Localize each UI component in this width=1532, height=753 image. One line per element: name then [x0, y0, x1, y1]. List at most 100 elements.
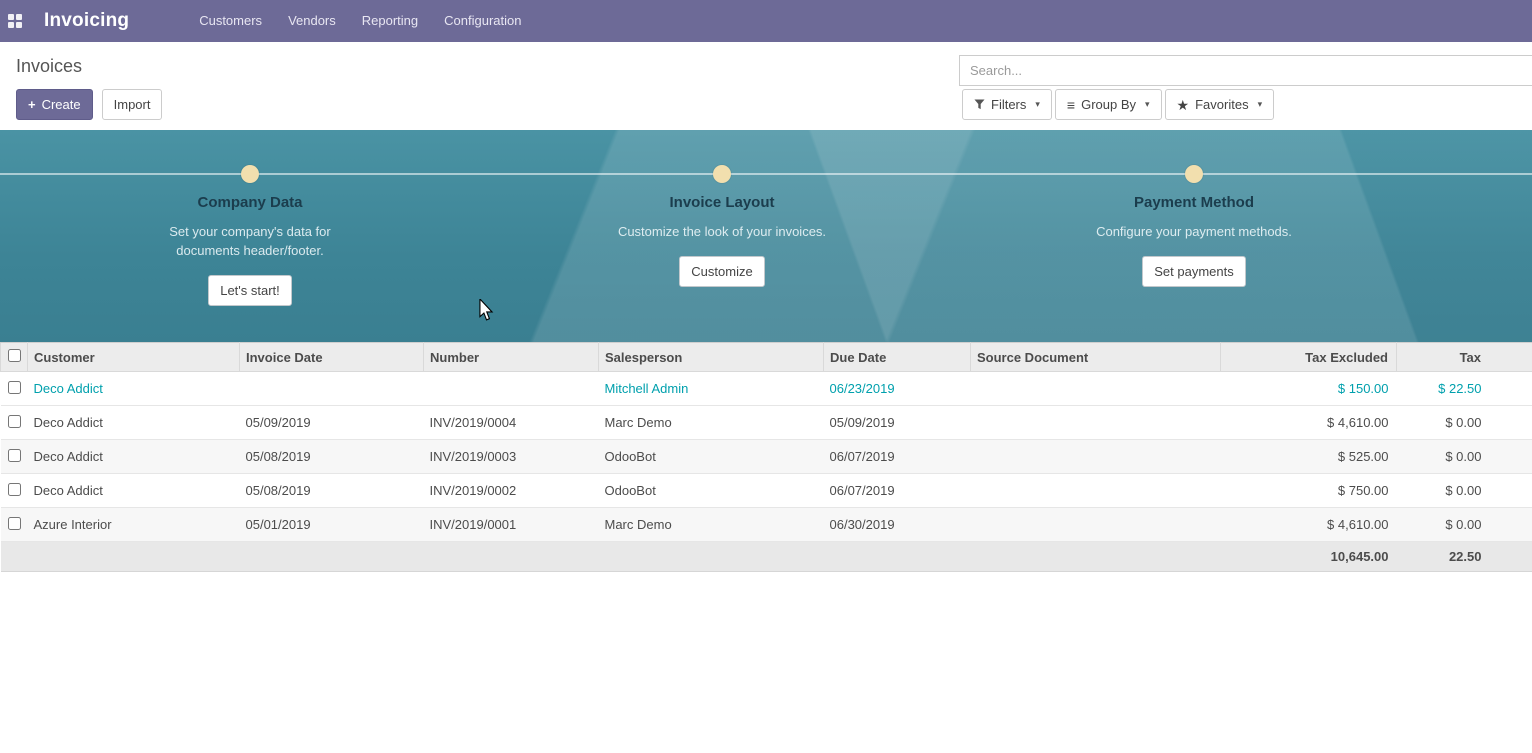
step-dot-payment-method [1185, 165, 1203, 183]
col-salesperson[interactable]: Salesperson [599, 343, 824, 372]
set-payments-button[interactable]: Set payments [1142, 256, 1246, 287]
invoice-row[interactable]: Deco Addict 05/09/2019 INV/2019/0004 Mar… [1, 406, 1532, 440]
col-tax-excluded[interactable]: Tax Excluded [1221, 343, 1397, 372]
caret-down-icon: ▾ [1145, 99, 1150, 110]
cell-number [424, 372, 599, 406]
cell-source-document [971, 372, 1221, 406]
table-header-row: Customer Invoice Date Number Salesperson… [1, 343, 1532, 372]
cell-tax: $ 0.00 [1397, 508, 1532, 542]
invoice-table-body: Deco Addict Mitchell Admin 06/23/2019 $ … [1, 372, 1532, 542]
group-by-icon: ≡ [1067, 98, 1075, 112]
select-all-cell [1, 343, 28, 372]
col-tax[interactable]: Tax [1397, 343, 1532, 372]
import-button-label: Import [114, 97, 151, 112]
cell-source-document [971, 474, 1221, 508]
main-menu: Customers Vendors Reporting Configuratio… [186, 0, 534, 42]
totals-row: 10,645.00 22.50 [1, 542, 1532, 572]
step-title: Invoice Layout [582, 194, 862, 211]
cell-tax: $ 0.00 [1397, 474, 1532, 508]
cell-tax-excluded: $ 4,610.00 [1221, 406, 1397, 440]
top-nav: Invoicing Customers Vendors Reporting Co… [0, 0, 1532, 42]
cell-salesperson: Marc Demo [599, 406, 824, 440]
cell-invoice-date: 05/08/2019 [240, 440, 424, 474]
menu-item-configuration[interactable]: Configuration [431, 0, 534, 42]
apps-menu-icon[interactable] [0, 0, 30, 42]
step-dot-invoice-layout [713, 165, 731, 183]
row-select-cell [1, 474, 28, 508]
cell-invoice-date: 05/01/2019 [240, 508, 424, 542]
cell-due-date: 06/23/2019 [824, 372, 971, 406]
lets-start-button[interactable]: Let's start! [208, 275, 292, 306]
cell-customer: Deco Addict [28, 406, 240, 440]
filter-icon [974, 99, 985, 110]
cell-due-date: 06/30/2019 [824, 508, 971, 542]
row-checkbox[interactable] [8, 449, 21, 462]
col-source-document[interactable]: Source Document [971, 343, 1221, 372]
app-title[interactable]: Invoicing [44, 10, 129, 32]
cell-customer: Deco Addict [28, 372, 240, 406]
invoice-row[interactable]: Azure Interior 05/01/2019 INV/2019/0001 … [1, 508, 1532, 542]
step-dot-company-data [241, 165, 259, 183]
caret-down-icon: ▾ [1035, 99, 1040, 110]
search-input[interactable] [959, 55, 1532, 86]
row-checkbox[interactable] [8, 415, 21, 428]
col-due-date[interactable]: Due Date [824, 343, 971, 372]
menu-item-customers[interactable]: Customers [186, 0, 275, 42]
cell-tax-excluded: $ 525.00 [1221, 440, 1397, 474]
row-select-cell [1, 508, 28, 542]
cell-customer: Azure Interior [28, 508, 240, 542]
onboarding-step-payment-method: Payment Method Configure your payment me… [1054, 194, 1334, 287]
cell-number: INV/2019/0002 [424, 474, 599, 508]
cell-source-document [971, 440, 1221, 474]
filters-button[interactable]: Filters ▾ [962, 89, 1052, 120]
customize-button-label: Customize [691, 264, 752, 279]
filters-button-label: Filters [991, 97, 1026, 112]
invoice-row[interactable]: Deco Addict 05/08/2019 INV/2019/0002 Odo… [1, 474, 1532, 508]
cell-salesperson: Marc Demo [599, 508, 824, 542]
customize-button[interactable]: Customize [679, 256, 764, 287]
cell-tax-excluded: $ 750.00 [1221, 474, 1397, 508]
cell-tax: $ 0.00 [1397, 406, 1532, 440]
plus-icon: + [28, 97, 36, 112]
total-tax: 22.50 [1397, 542, 1532, 572]
cell-tax: $ 22.50 [1397, 372, 1532, 406]
action-buttons: + Create Import [16, 89, 162, 120]
group-by-button[interactable]: ≡ Group By ▾ [1055, 89, 1162, 120]
cell-tax-excluded: $ 150.00 [1221, 372, 1397, 406]
cell-invoice-date: 05/09/2019 [240, 406, 424, 440]
cell-due-date: 06/07/2019 [824, 474, 971, 508]
cell-customer: Deco Addict [28, 440, 240, 474]
search-options: Filters ▾ ≡ Group By ▾ ★ Favorites ▾ [962, 89, 1274, 120]
onboarding-step-invoice-layout: Invoice Layout Customize the look of you… [582, 194, 862, 287]
col-invoice-date[interactable]: Invoice Date [240, 343, 424, 372]
row-checkbox[interactable] [8, 381, 21, 394]
invoice-row[interactable]: Deco Addict Mitchell Admin 06/23/2019 $ … [1, 372, 1532, 406]
import-button[interactable]: Import [102, 89, 163, 120]
star-icon: ★ [1177, 98, 1190, 112]
totals-spacer [1, 542, 1221, 572]
step-title: Payment Method [1054, 194, 1334, 211]
cell-tax: $ 0.00 [1397, 440, 1532, 474]
favorites-button-label: Favorites [1195, 97, 1248, 112]
cell-invoice-date: 05/08/2019 [240, 474, 424, 508]
cell-invoice-date [240, 372, 424, 406]
set-payments-button-label: Set payments [1154, 264, 1234, 279]
cell-due-date: 05/09/2019 [824, 406, 971, 440]
row-select-cell [1, 440, 28, 474]
col-customer[interactable]: Customer [28, 343, 240, 372]
menu-item-reporting[interactable]: Reporting [349, 0, 431, 42]
cell-tax-excluded: $ 4,610.00 [1221, 508, 1397, 542]
create-button[interactable]: + Create [16, 89, 93, 120]
row-checkbox[interactable] [8, 517, 21, 530]
group-by-button-label: Group By [1081, 97, 1136, 112]
cell-salesperson: OdooBot [599, 440, 824, 474]
row-checkbox[interactable] [8, 483, 21, 496]
select-all-checkbox[interactable] [8, 349, 21, 362]
favorites-button[interactable]: ★ Favorites ▾ [1165, 89, 1275, 120]
menu-item-vendors[interactable]: Vendors [275, 0, 349, 42]
col-number[interactable]: Number [424, 343, 599, 372]
invoice-row[interactable]: Deco Addict 05/08/2019 INV/2019/0003 Odo… [1, 440, 1532, 474]
page-title: Invoices [16, 56, 82, 77]
cell-due-date: 06/07/2019 [824, 440, 971, 474]
total-tax-excluded: 10,645.00 [1221, 542, 1397, 572]
